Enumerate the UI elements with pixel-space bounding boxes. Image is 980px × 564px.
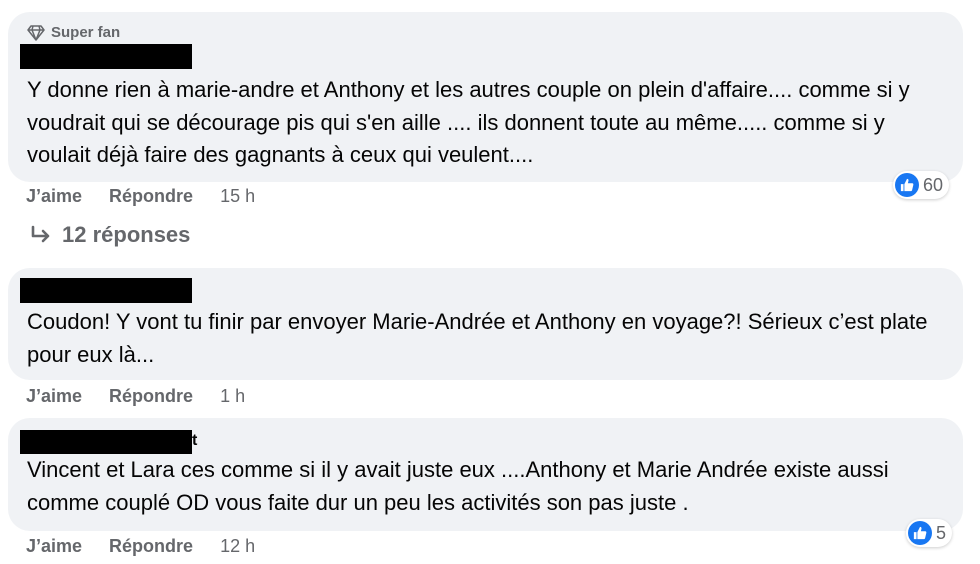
comment-timestamp[interactable]: 12 h	[220, 536, 255, 557]
comment-text: Coudon! Y vont tu finir par envoyer Mari…	[27, 309, 928, 367]
reply-button[interactable]: Répondre	[109, 186, 193, 207]
reaction-summary[interactable]: 5	[906, 519, 953, 547]
comment-timestamp[interactable]: 15 h	[220, 186, 255, 207]
like-button[interactable]: J’aime	[26, 536, 82, 557]
comment-actions: J’aime Répondre 12 h	[26, 536, 255, 557]
comment-text: Vincent et Lara ces comme si il y avait …	[27, 457, 889, 515]
comment-bubble: Coudon! Y vont tu finir par envoyer Mari…	[8, 268, 963, 380]
comment-actions: J’aime Répondre 15 h	[26, 186, 255, 207]
like-button[interactable]: J’aime	[26, 186, 82, 207]
badge-label: Super fan	[51, 24, 121, 41]
redacted-author-name	[20, 278, 192, 303]
comment-bubble: Super fan Y donne rien à marie-andre et …	[8, 12, 963, 182]
view-replies-link[interactable]: 12 réponses	[30, 222, 190, 248]
author-name-visible-part[interactable]: t	[192, 432, 197, 450]
comment-actions: J’aime Répondre 1 h	[26, 386, 245, 407]
redacted-author-name	[20, 430, 192, 454]
thumbs-up-icon	[895, 173, 919, 197]
comment-timestamp[interactable]: 1 h	[220, 386, 245, 407]
reply-button[interactable]: Répondre	[109, 386, 193, 407]
diamond-icon	[27, 24, 45, 41]
reply-button[interactable]: Répondre	[109, 536, 193, 557]
like-button[interactable]: J’aime	[26, 386, 82, 407]
redacted-author-name	[20, 44, 192, 69]
reaction-summary[interactable]: 60	[893, 171, 950, 199]
reply-arrow-icon	[31, 225, 50, 243]
reaction-count: 5	[936, 522, 947, 543]
replies-count-label: 12 réponses	[62, 222, 191, 247]
reaction-count: 60	[923, 174, 944, 195]
comment-bubble: t Vincent et Lara ces comme si il y avai…	[8, 418, 963, 531]
thumbs-up-icon	[908, 521, 932, 545]
comment-text: Y donne rien à marie-andre et Anthony et…	[27, 77, 910, 167]
super-fan-badge: Super fan	[27, 24, 120, 41]
